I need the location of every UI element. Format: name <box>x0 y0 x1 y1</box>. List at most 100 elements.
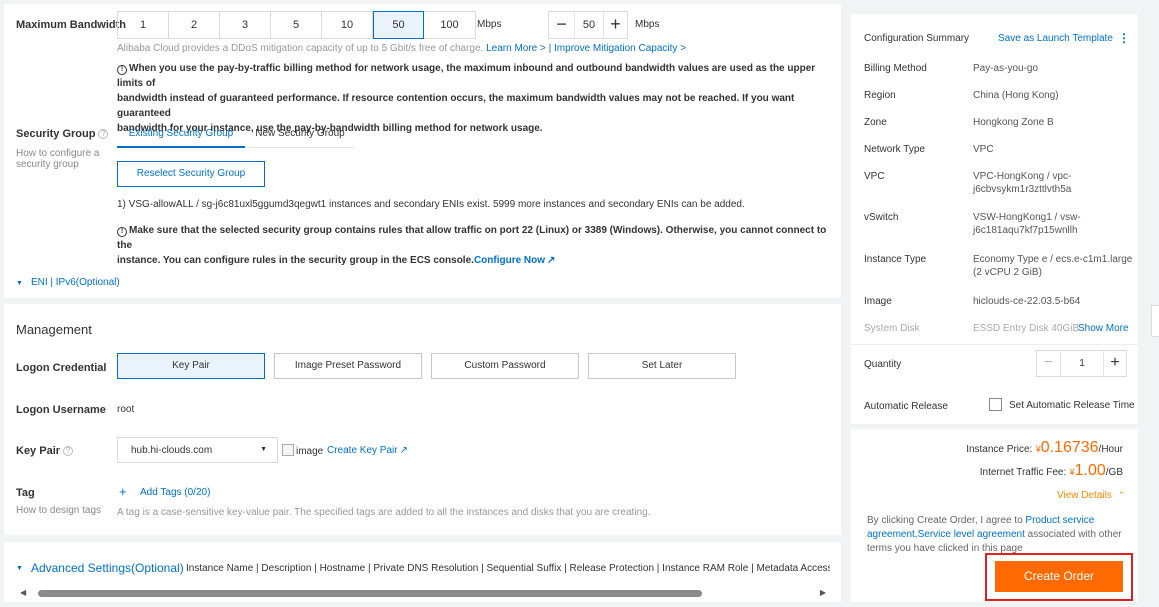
security-group-label-text: Security Group <box>16 128 96 140</box>
bandwidth-option-5[interactable]: 5 <box>271 12 322 38</box>
create-key-pair-text: Create Key Pair <box>327 445 398 456</box>
external-link-icon: ↗ <box>399 445 408 456</box>
bandwidth-unit: Mbps <box>477 19 502 30</box>
ddos-note: Alibaba Cloud provides a DDoS mitigation… <box>117 43 686 54</box>
bandwidth-options: 1 2 3 5 10 50 100 <box>117 11 476 39</box>
reselect-security-group-button[interactable]: Reselect Security Group <box>117 161 265 187</box>
plus-icon[interactable]: + <box>1103 351 1126 376</box>
bandwidth-stepper: − 50 + <box>548 11 628 39</box>
summary-label-region: Region <box>864 90 896 101</box>
show-more-link[interactable]: Show More <box>1078 323 1129 334</box>
tab-existing-security-group[interactable]: Existing Security Group <box>117 123 245 148</box>
summary-value-billing: Pay-as-you-go <box>973 63 1039 74</box>
plus-icon[interactable]: + <box>119 484 127 499</box>
eni-toggle[interactable]: ▼ ENI | IPv6(Optional) <box>16 277 120 288</box>
summary-value-vpc: VPC-HongKong / vpc-j6cbvsykm1r3zttlvth5a <box>973 171 1072 195</box>
add-tags-button[interactable]: Add Tags (0/20) <box>140 487 210 498</box>
tab-new-security-group[interactable]: New Security Group <box>245 123 355 148</box>
caret-down-icon: ▼ <box>16 565 23 573</box>
service-level-agreement-link[interactable]: agreement,Service level agreement <box>867 529 1025 540</box>
bandwidth-option-50[interactable]: 50 <box>373 11 424 39</box>
bandwidth-option-100[interactable]: 100 <box>424 12 475 38</box>
sg-note-line-2: instance. You can configure rules in the… <box>117 255 474 266</box>
instance-price-unit: /Hour <box>1098 444 1123 455</box>
automatic-release-text: Set Automatic Release Time <box>1009 400 1135 411</box>
bandwidth-option-10[interactable]: 10 <box>322 12 373 38</box>
logon-username-label: Logon Username <box>16 404 106 416</box>
save-as-launch-template-link[interactable]: Save as Launch Template <box>998 33 1113 44</box>
horizontal-scrollbar[interactable]: ◀ ▶ <box>20 588 826 600</box>
help-icon[interactable]: ? <box>98 129 109 140</box>
summary-label-instance-type: Instance Type <box>864 254 927 265</box>
create-order-button[interactable]: Create Order <box>995 561 1123 592</box>
summary-value-vswitch: VSW-HongKong1 / vsw-j6c181aqu7kf7p15wnll… <box>973 212 1081 236</box>
caret-down-icon: ▼ <box>16 280 23 287</box>
right-edge-handle[interactable] <box>1151 305 1159 337</box>
view-details-link[interactable]: View Details ⌃ <box>1057 490 1125 501</box>
scroll-right-icon[interactable]: ▶ <box>820 588 826 597</box>
help-icon[interactable]: ? <box>63 446 74 457</box>
advanced-settings-toggle[interactable]: ▼ Advanced Settings(Optional) <box>16 561 184 575</box>
scrollbar-thumb[interactable] <box>38 590 702 597</box>
summary-label-billing: Billing Method <box>864 63 927 74</box>
sg-note-line-1: Make sure that the selected security gro… <box>117 225 827 251</box>
scroll-left-icon[interactable]: ◀ <box>20 588 26 597</box>
view-details-text: View Details <box>1057 490 1112 501</box>
minus-icon[interactable]: − <box>1037 351 1061 376</box>
security-group-help[interactable]: How to configure a security group <box>16 148 111 170</box>
summary-title: Configuration Summary <box>864 33 970 44</box>
summary-label-system-disk: System Disk <box>864 323 920 334</box>
info-icon: ! <box>117 227 127 237</box>
bandwidth-option-3[interactable]: 3 <box>220 12 271 38</box>
set-later-option[interactable]: Set Later <box>588 353 736 379</box>
security-group-note: ! Make sure that the selected security gr… <box>117 223 832 268</box>
management-panel <box>4 304 841 535</box>
info-icon: ! <box>117 65 127 75</box>
quantity-label: Quantity <box>864 359 902 370</box>
caret-down-icon: ▼ <box>260 446 267 453</box>
tag-label: Tag <box>16 487 35 499</box>
tag-description: A tag is a case-sensitive key-value pair… <box>117 507 651 518</box>
summary-label-vpc: VPC <box>864 171 885 182</box>
image-preset-password-option[interactable]: Image Preset Password <box>274 353 422 379</box>
key-pair-label: Key Pair? <box>16 445 74 457</box>
key-pair-label-text: Key Pair <box>16 445 61 457</box>
instance-price-value: 0.16736 <box>1040 439 1099 456</box>
traffic-fee-value: 1.00 <box>1074 462 1106 479</box>
automatic-release-checkbox[interactable] <box>989 398 1002 411</box>
summary-value-zone: Hongkong Zone B <box>973 117 1054 128</box>
minus-icon[interactable]: − <box>549 12 575 38</box>
summary-value-network-type: VPC <box>973 144 994 155</box>
security-group-label: Security Group? <box>16 128 109 140</box>
improve-mitigation-link[interactable]: Improve Mitigation Capacity > <box>554 43 686 54</box>
plus-icon[interactable]: + <box>603 12 627 38</box>
key-pair-select[interactable]: hub.hi-clouds.com ▼ <box>117 437 278 463</box>
key-pair-option[interactable]: Key Pair <box>117 353 265 379</box>
summary-label-vswitch: vSwitch <box>864 212 899 223</box>
key-pair-select-value: hub.hi-clouds.com <box>131 445 213 456</box>
agreement-text: By clicking Create Order, I agree to Pro… <box>867 514 1129 556</box>
bandwidth-option-1[interactable]: 1 <box>118 12 169 38</box>
summary-label-network-type: Network Type <box>864 144 925 155</box>
product-service-link[interactable]: Product service <box>1025 515 1094 526</box>
quantity-value[interactable]: 1 <box>1061 351 1103 376</box>
stepper-unit: Mbps <box>635 19 660 30</box>
advanced-settings-title: Advanced Settings(Optional) <box>30 561 184 575</box>
quantity-stepper: − 1 + <box>1036 350 1127 377</box>
configure-now-link[interactable]: Configure Now <box>474 255 545 266</box>
image-alt-text: image <box>296 446 324 457</box>
tag-help-link[interactable]: How to design tags <box>16 505 101 516</box>
more-options-icon[interactable]: ⋮ <box>1118 31 1130 45</box>
summary-value-region: China (Hong Kong) <box>973 90 1059 101</box>
create-key-pair-link[interactable]: Create Key Pair ↗ <box>327 445 408 456</box>
instance-price-label: Instance Price: <box>966 444 1033 455</box>
warning-line-1: When you use the pay-by-traffic billing … <box>117 63 816 89</box>
chevron-up-icon: ⌃ <box>1117 490 1126 500</box>
learn-more-link[interactable]: Learn More > <box>486 43 546 54</box>
summary-value-image: hiclouds-ce-22.03.5-b64 <box>973 296 1081 307</box>
bandwidth-stepper-value[interactable]: 50 <box>575 12 603 38</box>
bandwidth-option-2[interactable]: 2 <box>169 12 220 38</box>
summary-value-system-disk: ESSD Entry Disk 40GiB <box>973 323 1080 334</box>
custom-password-option[interactable]: Custom Password <box>431 353 579 379</box>
link-separator: | <box>548 43 552 54</box>
